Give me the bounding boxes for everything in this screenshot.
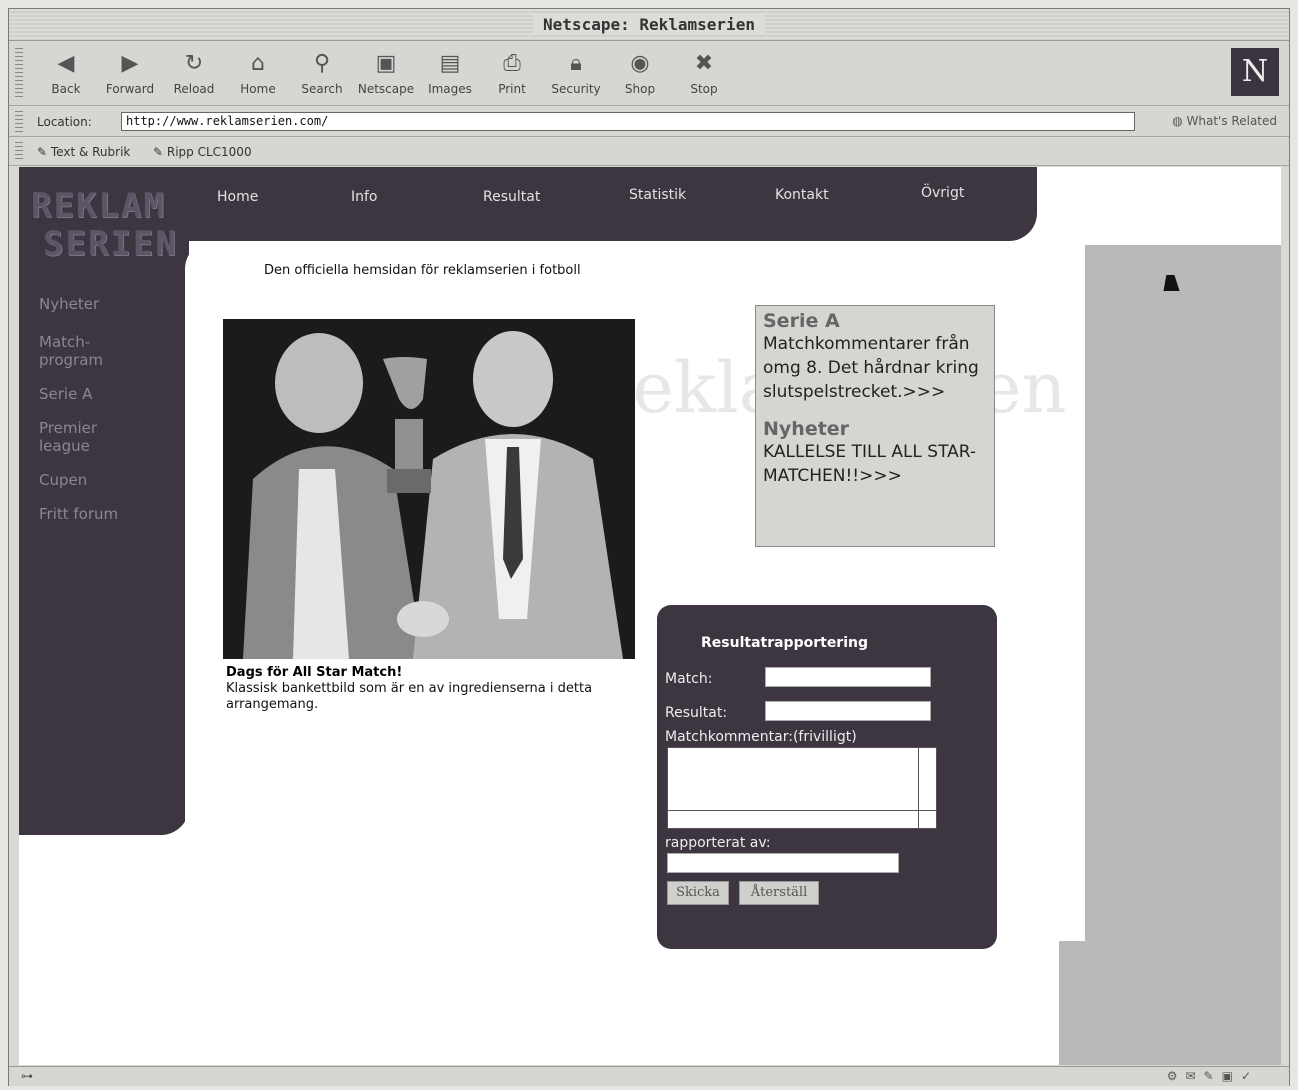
stop-label: Stop [690,82,718,96]
reporter-input[interactable] [667,853,899,873]
sidebar-item-serie-a[interactable]: Serie A [39,385,92,403]
netscape-label: Netscape [357,82,415,96]
nav-kontakt[interactable]: Kontakt [775,187,829,203]
nav-statistik[interactable]: Statistik [629,187,686,203]
security-lock-icon: 🔒︎ [570,51,582,76]
bookmark-icon: ✎ [153,145,167,159]
result-label: Resultat: [665,705,728,721]
back-button[interactable]: ◀ Back [35,50,97,96]
window-title: Netscape: Reklamserien [533,15,765,34]
security-label: Security [551,82,601,96]
nav-ovrigt[interactable]: Övrigt [921,185,964,201]
toolbar-grip[interactable] [15,48,23,100]
news-heading-nyheter[interactable]: Nyheter [763,418,987,440]
stop-icon: ✖ [694,51,714,76]
location-grip[interactable] [15,111,23,133]
back-arrow-icon: ◀ [57,51,75,76]
submit-button[interactable]: Skicka [667,881,729,905]
page-content: reklamserien REKLAM SERIEN Home Info Res… [19,167,1281,1065]
comment-textarea[interactable] [667,747,937,829]
sidebar-item-premier-league[interactable]: Premier league [39,419,97,455]
location-bar: Location: http://www.reklamserien.com/ ◍… [9,107,1289,137]
reload-button[interactable]: ↻ Reload [163,50,225,96]
banquet-photo [223,319,635,659]
security-button[interactable]: 🔒︎ Security [545,50,607,96]
sidebar-item-matchprogram[interactable]: Match- program [39,333,103,369]
mouse-cursor [1163,275,1183,291]
form-title: Resultatrapportering [701,635,869,651]
site-logo[interactable]: REKLAM SERIEN [31,187,178,263]
news-heading-serie-a[interactable]: Serie A [763,310,987,332]
forward-arrow-icon: ▶ [121,51,139,76]
logo-line-2: SERIEN [43,224,178,264]
shop-icon: ◉ [630,51,650,76]
logo-line-1: REKLAM [31,186,166,226]
component-bar-icons[interactable]: ⚙✉✎▣✓ [1167,1069,1259,1083]
home-label: Home [240,82,276,96]
navigation-toolbar: ◀ Back ▶ Forward ↻ Reload ⌂ Home ⚲ Searc… [9,42,1289,106]
home-icon: ⌂ [251,51,265,76]
search-label: Search [301,82,343,96]
result-report-form: Resultatrapportering Match: Resultat: Ma… [657,605,997,949]
sidebar-item-nyheter[interactable]: Nyheter [39,295,99,313]
images-button[interactable]: ▤ Images [419,50,481,96]
images-icon: ▤ [439,51,461,76]
netscape-button[interactable]: ▣ Netscape [355,50,417,96]
page-subtitle: Den officiella hemsidan för reklamserien… [264,263,581,278]
related-globe-icon: ◍ [1172,114,1187,128]
back-label: Back [51,82,81,96]
match-input[interactable] [765,667,931,687]
netscape-logo[interactable]: N [1231,48,1279,96]
location-label: Location: [37,115,92,129]
nav-resultat[interactable]: Resultat [483,189,540,205]
status-security-icon[interactable]: ⊶ [21,1069,33,1083]
photo-caption-title: Dags för All Star Match! [226,665,403,680]
stop-button[interactable]: ✖ Stop [673,50,735,96]
bookmark-label: Ripp CLC1000 [166,145,252,159]
search-icon: ⚲ [313,51,331,76]
photo-illustration [223,319,635,659]
home-button[interactable]: ⌂ Home [227,50,289,96]
status-bar: ⊶ ⚙✉✎▣✓ [9,1066,1289,1086]
search-button[interactable]: ⚲ Search [291,50,353,96]
news-text-nyheter[interactable]: KALLELSE TILL ALL STAR-MATCHEN!!>>> [763,440,987,488]
title-bar[interactable]: Netscape: Reklamserien [9,9,1289,41]
shop-button[interactable]: ◉ Shop [609,50,671,96]
news-text-serie-a[interactable]: Matchkommentarer från omg 8. Det hårdnar… [763,332,987,404]
bookmark-icon: ✎ [37,145,51,159]
reporter-label: rapporterat av: [665,835,771,851]
result-input[interactable] [765,701,931,721]
personal-toolbar: ✎ Text & Rubrik ✎ Ripp CLC1000 [9,138,1289,166]
news-box: Serie A Matchkommentarer från omg 8. Det… [755,305,995,547]
my-netscape-icon: ▣ [375,51,397,76]
whats-related-button[interactable]: ◍ What's Related [1172,114,1277,128]
reset-button[interactable]: Återställ [739,881,819,905]
browser-window: Netscape: Reklamserien ◀ Back ▶ Forward … [8,8,1290,1086]
site-sidebar [19,167,189,835]
bookmark-ripp[interactable]: ✎ Ripp CLC1000 [153,145,252,159]
sidebar-item-fritt-forum[interactable]: Fritt forum [39,505,118,523]
shop-label: Shop [624,82,656,96]
reload-label: Reload [173,82,215,96]
print-button[interactable]: ⎙ Print [481,50,543,96]
bookmark-text-rubrik[interactable]: ✎ Text & Rubrik [37,145,130,159]
comment-label: Matchkommentar:(frivilligt) [665,729,857,745]
whats-related-label: What's Related [1186,114,1277,128]
personal-grip[interactable] [15,142,23,162]
forward-label: Forward [105,82,155,96]
url-field[interactable]: http://www.reklamserien.com/ [121,112,1135,131]
nav-home[interactable]: Home [217,189,258,205]
forward-button[interactable]: ▶ Forward [99,50,161,96]
sidebar-item-cupen[interactable]: Cupen [39,471,87,489]
bookmark-label: Text & Rubrik [50,145,131,159]
textarea-horizontal-scrollbar[interactable] [668,810,936,828]
images-label: Images [428,82,472,96]
print-label: Print [498,82,526,96]
photo-caption-text: Klassisk bankettbild som är en av ingred… [226,681,593,712]
nav-info[interactable]: Info [351,189,378,205]
right-grey-panel [1059,245,1281,1065]
reload-icon: ↻ [184,51,204,76]
match-label: Match: [665,671,713,687]
print-icon: ⎙ [503,51,521,76]
